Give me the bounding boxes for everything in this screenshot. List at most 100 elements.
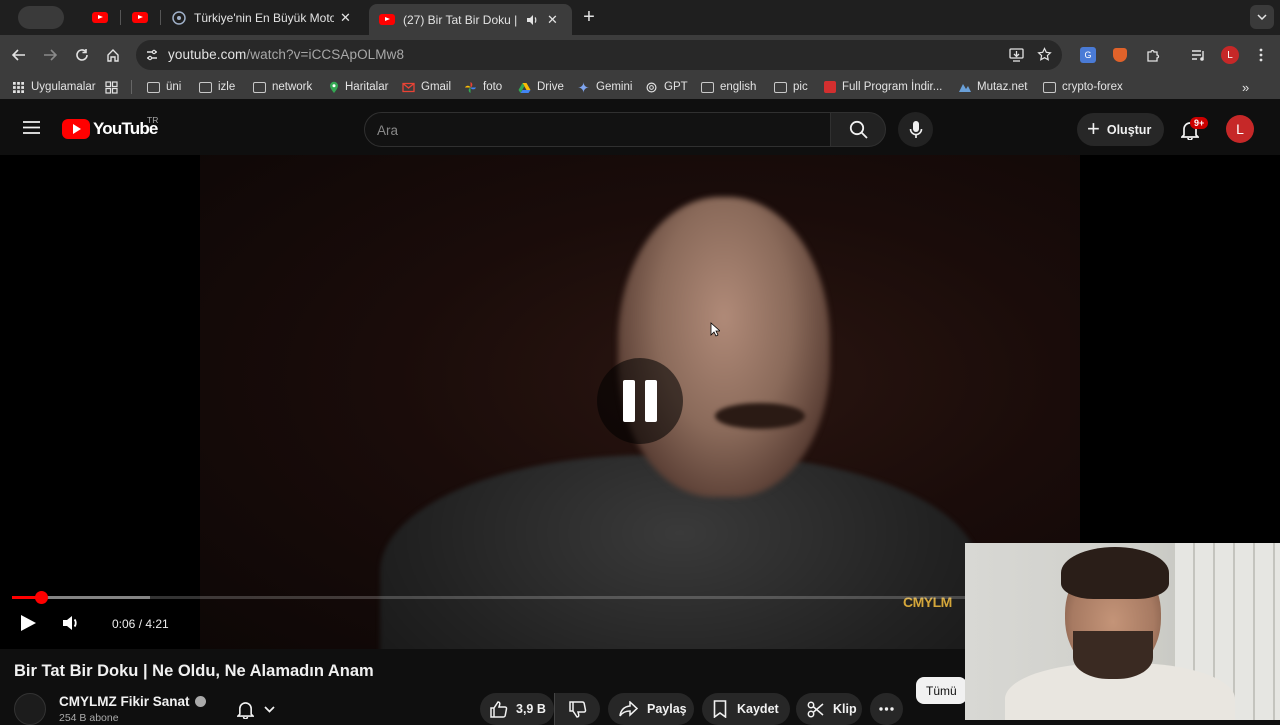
back-arrow-icon[interactable]: [7, 43, 31, 67]
hamburger-menu-icon[interactable]: [19, 115, 43, 139]
channel-name[interactable]: CMYLMZ Fikir Sanat: [59, 694, 206, 709]
audio-playing-icon[interactable]: [525, 13, 539, 27]
webcam-overlay: [965, 543, 1280, 720]
chevron-down-icon: [264, 705, 275, 713]
gemini-icon: [578, 81, 589, 93]
search-input[interactable]: Ara: [364, 112, 831, 147]
tab-close-icon[interactable]: ✕: [547, 12, 558, 28]
folder-icon: [1043, 81, 1056, 93]
bookmark-izle[interactable]: izle: [199, 79, 235, 95]
tab-separator: [160, 10, 161, 25]
search-placeholder: Ara: [377, 123, 399, 138]
bookmark-network[interactable]: network: [253, 79, 312, 95]
bookmark-pic[interactable]: pic: [774, 79, 808, 95]
share-label: Paylaş: [647, 702, 687, 716]
bookmark-english[interactable]: english: [701, 79, 756, 95]
more-actions-button[interactable]: [870, 693, 903, 725]
verified-check-icon: [194, 696, 206, 707]
youtube-masthead: YouTube TR Ara + Oluştur 9+ L: [0, 99, 1280, 155]
play-icon: [21, 615, 36, 631]
browser-toolbar: youtube.com/watch?v=iCCSApOLMw8 G L: [0, 35, 1280, 75]
url-path: /watch?v=iCCSApOLMw8: [246, 47, 405, 62]
time-display: 0:06 / 4:21: [112, 617, 169, 631]
account-avatar[interactable]: L: [1226, 115, 1254, 143]
more-horizontal-icon: [879, 707, 894, 711]
bookmark-star-icon[interactable]: [1037, 47, 1052, 62]
address-bar[interactable]: youtube.com/watch?v=iCCSApOLMw8: [136, 40, 1062, 70]
bookmark-save-icon: [713, 700, 727, 718]
tab-grouped[interactable]: [18, 6, 64, 29]
bookmark-gmail[interactable]: Gmail: [402, 79, 451, 95]
site-settings-icon[interactable]: [145, 48, 159, 62]
subscriber-count: 254 B abone: [59, 712, 119, 724]
bookmark-uygulamalar[interactable]: Uygulamalar: [12, 79, 96, 95]
play-button[interactable]: [20, 614, 37, 632]
bookmark-label: foto: [483, 81, 503, 93]
filter-chip-all[interactable]: Tümü: [916, 677, 967, 704]
bookmark-uni[interactable]: üni: [147, 79, 181, 95]
bookmark-drive[interactable]: Drive: [518, 79, 564, 95]
youtube-logo[interactable]: YouTube TR: [62, 115, 158, 139]
extensions-puzzle-icon[interactable]: [1140, 43, 1164, 67]
media-controls-icon[interactable]: [1186, 43, 1210, 67]
mute-button[interactable]: [62, 614, 80, 632]
tab-groups-icon[interactable]: [105, 79, 118, 95]
clip-button[interactable]: Klip: [796, 693, 862, 725]
url-host: youtube.com: [168, 47, 247, 62]
profile-avatar[interactable]: L: [1218, 43, 1242, 67]
browser-tab-strip: Türkiye'nin En Büyük Motosiklet ✕ (27) B…: [0, 0, 1280, 35]
tab-youtube-1[interactable]: [90, 6, 110, 29]
channel-avatar[interactable]: [14, 693, 46, 725]
bookmark-gpt[interactable]: GPT: [645, 79, 688, 95]
maps-pin-icon: [330, 81, 338, 93]
bookmark-haritalar[interactable]: Haritalar: [329, 79, 388, 95]
bookmark-label: Full Program İndir...: [842, 81, 943, 93]
tab-active-video[interactable]: (27) Bir Tat Bir Doku | Ne Oldu ✕: [369, 4, 572, 35]
save-button[interactable]: Kaydet: [702, 693, 790, 725]
like-button[interactable]: 3,9 B: [480, 693, 554, 725]
bookmark-label: izle: [218, 81, 236, 93]
progress-scrubber[interactable]: [34, 591, 48, 604]
folder-icon: [774, 81, 787, 93]
microphone-icon: [909, 121, 922, 138]
fox-extension-icon[interactable]: [1108, 43, 1132, 67]
share-arrow-icon: [619, 701, 638, 717]
bookmark-label: english: [720, 81, 757, 93]
folder-icon: [253, 81, 266, 93]
channel-name-text: CMYLMZ Fikir Sanat: [59, 694, 190, 709]
bookmark-full-program[interactable]: Full Program İndir...: [824, 79, 942, 95]
reload-icon[interactable]: [70, 43, 94, 67]
bookmark-mutaz[interactable]: Mutaz.net: [958, 79, 1028, 95]
share-button[interactable]: Paylaş: [608, 693, 694, 725]
bookmark-foto[interactable]: foto: [464, 79, 502, 95]
youtube-favicon-icon: [92, 12, 108, 23]
tab-close-icon[interactable]: ✕: [340, 10, 351, 26]
bookmark-gemini[interactable]: Gemini: [577, 79, 632, 95]
home-icon[interactable]: [101, 43, 125, 67]
search-button[interactable]: [830, 112, 886, 147]
install-app-icon[interactable]: [1009, 48, 1024, 62]
bookmarks-overflow-chevron-icon[interactable]: »: [1242, 79, 1249, 95]
webcam-person-hair: [1061, 547, 1169, 599]
new-tab-plus-icon[interactable]: +: [577, 5, 601, 29]
dislike-button[interactable]: [554, 693, 600, 725]
folder-icon: [701, 81, 714, 93]
voice-search-button[interactable]: [898, 112, 933, 147]
tab-youtube-2[interactable]: [130, 6, 150, 29]
create-button[interactable]: + Oluştur: [1077, 113, 1164, 146]
bookmark-label: üni: [166, 81, 182, 93]
tab-search-chevron-icon[interactable]: [1250, 5, 1274, 29]
folder-icon: [199, 81, 212, 93]
webcam-person-beard: [1073, 631, 1153, 679]
youtube-favicon-icon: [379, 14, 395, 25]
bookmark-label: Uygulamalar: [31, 81, 96, 93]
youtube-favicon-icon: [132, 12, 148, 23]
forward-arrow-icon[interactable]: [38, 43, 62, 67]
browser-menu-kebab-icon[interactable]: [1249, 43, 1273, 67]
bookmark-label: Mutaz.net: [977, 81, 1028, 93]
tab-motosiklet[interactable]: Türkiye'nin En Büyük Motosiklet ✕: [162, 4, 367, 31]
translate-extension-icon[interactable]: G: [1076, 43, 1100, 67]
video-person-mustache: [715, 403, 805, 429]
bookmark-crypto-forex[interactable]: crypto-forex: [1043, 79, 1123, 95]
bell-icon: [237, 701, 254, 719]
